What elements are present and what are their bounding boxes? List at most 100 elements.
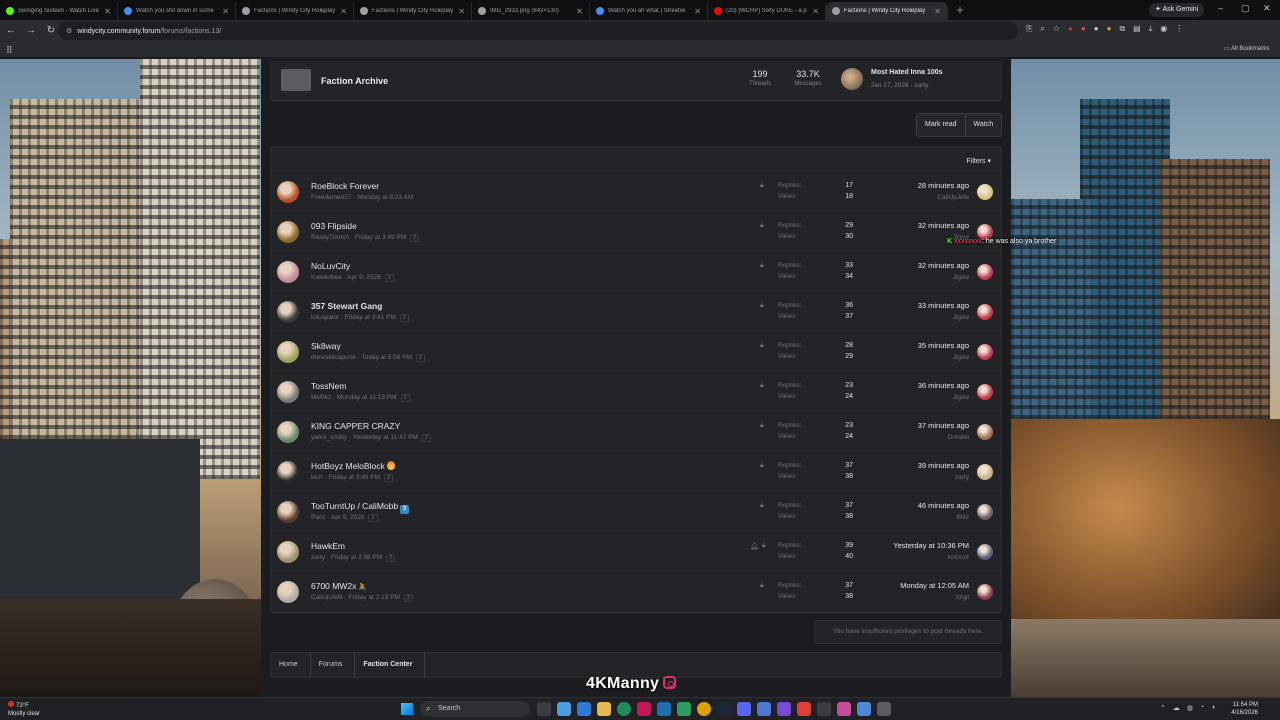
- thread-author[interactable]: yaboi_smitty: [311, 434, 347, 441]
- windows-start-icon[interactable]: [401, 703, 413, 715]
- browser-tab[interactable]: Watch you shit down in some ✕: [118, 2, 236, 20]
- forward-icon[interactable]: →: [22, 22, 40, 40]
- thread-row[interactable]: TossNem MeRkz · Monday at 11:13 PM 2 🔒︎ Repl…: [271, 371, 1001, 411]
- last-post-time[interactable]: Yesterday at 10:36 PM: [893, 541, 969, 550]
- edge-icon[interactable]: [617, 702, 631, 716]
- browser-tab[interactable]: IMG_2933.png (843×130) ✕: [472, 2, 590, 20]
- browser-tab[interactable]: Watch you ah what | Streetwi ✕: [590, 2, 708, 20]
- breadcrumb-faction-center[interactable]: Faction Center: [363, 652, 426, 678]
- thread-title[interactable]: RoeBlock Forever: [311, 181, 379, 191]
- extension-icon[interactable]: ●: [1094, 24, 1099, 34]
- cloud-icon[interactable]: ☁: [1173, 704, 1180, 712]
- page-jump-link[interactable]: 2: [368, 514, 378, 522]
- new-tab-button[interactable]: +: [952, 2, 968, 18]
- avatar[interactable]: [277, 581, 299, 603]
- avatar[interactable]: [977, 184, 993, 200]
- thread-author[interactable]: CaliUpJefe: [311, 594, 343, 601]
- avatar[interactable]: [977, 464, 993, 480]
- thread-title[interactable]: TossNem: [311, 381, 346, 391]
- thread-row[interactable]: HawkEm zarty · Friday at 2:38 PM 2 🔔︎ 🔒︎ Repl…: [271, 531, 1001, 571]
- last-post-user[interactable]: CaliUpJefe: [937, 194, 969, 201]
- thread-row[interactable]: NoLuvCity Kweenbee · Apr 9, 2026 2 🔒︎ Replie…: [271, 251, 1001, 291]
- ask-gemini-button[interactable]: ✦ Ask Gemini: [1149, 3, 1205, 17]
- browser-tab[interactable]: Factions | Windy City Roleplay ✕: [826, 2, 948, 20]
- discord-icon[interactable]: [737, 702, 751, 716]
- avatar[interactable]: [977, 264, 993, 280]
- last-post-user[interactable]: Jigsw: [953, 354, 969, 361]
- last-post-time[interactable]: 32 minutes ago: [918, 261, 969, 270]
- breadcrumb-home[interactable]: Home: [279, 652, 311, 678]
- thread-title[interactable]: TooTurntUp / CaliMobb 3: [311, 501, 410, 514]
- app-icon[interactable]: [637, 702, 651, 716]
- avatar[interactable]: [277, 461, 299, 483]
- last-post-user[interactable]: Dreskiii: [948, 434, 969, 441]
- all-bookmarks-link[interactable]: ▭ All Bookmarks: [1224, 45, 1269, 52]
- last-post-user[interactable]: zarty: [955, 474, 969, 481]
- avatar[interactable]: [977, 544, 993, 560]
- last-post-time[interactable]: 35 minutes ago: [918, 341, 969, 350]
- thread-author[interactable]: drewskiicapone: [311, 354, 356, 361]
- close-tab-icon[interactable]: ✕: [340, 7, 347, 16]
- back-icon[interactable]: ←: [2, 22, 20, 40]
- breadcrumb-forums[interactable]: Forums: [319, 652, 356, 678]
- avatar[interactable]: [841, 68, 863, 90]
- thread-row[interactable]: RoeBlock Forever Freedamen27 · Monday at …: [271, 171, 1001, 211]
- close-tab-icon[interactable]: ✕: [458, 7, 465, 16]
- avatar[interactable]: [977, 584, 993, 600]
- thread-title[interactable]: 093 Flipside: [311, 221, 357, 231]
- last-post-time[interactable]: 39 minutes ago: [918, 461, 969, 470]
- thread-row[interactable]: 6700 MW2x 🚴 CaliUpJefe · Friday at 2:19 PM…: [271, 571, 1001, 611]
- close-tab-icon[interactable]: ✕: [934, 7, 941, 16]
- avatar[interactable]: [277, 181, 299, 203]
- thread-author[interactable]: Freedamen27: [311, 194, 351, 201]
- close-tab-icon[interactable]: ✕: [576, 7, 583, 16]
- close-tab-icon[interactable]: ✕: [812, 7, 819, 16]
- page-jump-link[interactable]: 2: [403, 594, 413, 602]
- browser-tab[interactable]: Factions | Windy City Roleplay ✕: [354, 2, 472, 20]
- page-jump-link[interactable]: 2: [384, 274, 394, 282]
- extension-icon[interactable]: ●: [1107, 24, 1112, 34]
- page-jump-link[interactable]: 2: [416, 354, 426, 362]
- settings-icon[interactable]: [877, 702, 891, 716]
- thread-title[interactable]: 6700 MW2x 🚴: [311, 581, 367, 591]
- extension-icon[interactable]: ●: [1068, 24, 1073, 34]
- last-post-time[interactable]: 36 minutes ago: [918, 381, 969, 390]
- mic-icon[interactable]: ◍: [1187, 704, 1193, 712]
- avatar[interactable]: [277, 261, 299, 283]
- app-icon[interactable]: [817, 702, 831, 716]
- close-tab-icon[interactable]: ✕: [104, 7, 111, 16]
- thread-author[interactable]: kdcapalot: [311, 314, 339, 321]
- thread-title[interactable]: KING CAPPER CRAZY: [311, 421, 400, 431]
- last-post-user[interactable]: Blitz: [957, 514, 969, 521]
- avatar[interactable]: [977, 304, 993, 320]
- wifi-icon[interactable]: ◔: [1200, 704, 1204, 712]
- file-explorer-icon[interactable]: [597, 702, 611, 716]
- app-icon[interactable]: [837, 702, 851, 716]
- last-post-time[interactable]: 37 minutes ago: [918, 421, 969, 430]
- page-jump-link[interactable]: 2: [400, 394, 410, 402]
- app-icon[interactable]: [577, 702, 591, 716]
- clock[interactable]: 11:54 PM 4/16/2026: [1228, 701, 1258, 717]
- browser-tab[interactable]: (20) [WCRP] Sixty DUKE - a p ✕: [708, 2, 826, 20]
- mark-read-button[interactable]: Mark read: [917, 114, 965, 136]
- thread-row[interactable]: 357 Stewart Gang kdcapalot · Friday at 3:…: [271, 291, 1001, 331]
- close-window-icon[interactable]: ✕: [1263, 3, 1271, 14]
- chevron-up-icon[interactable]: ⌃: [1160, 704, 1166, 712]
- thread-author[interactable]: zarty: [311, 554, 325, 561]
- thread-title[interactable]: HawkEm: [311, 541, 345, 551]
- extension-icon[interactable]: ●: [1081, 24, 1086, 34]
- watch-button[interactable]: Watch: [964, 114, 1002, 136]
- avatar[interactable]: [277, 421, 299, 443]
- widgets-icon[interactable]: [557, 702, 571, 716]
- last-post-user[interactable]: Jigsw: [953, 314, 969, 321]
- steam-icon[interactable]: [717, 702, 731, 716]
- last-post-time[interactable]: 32 minutes ago: [918, 221, 969, 230]
- chrome-icon[interactable]: [697, 702, 711, 716]
- avatar[interactable]: [277, 501, 299, 523]
- bookmark-star-icon[interactable]: ☆: [1053, 24, 1060, 34]
- page-jump-link[interactable]: 2: [384, 474, 394, 482]
- site-info-icon[interactable]: ⚙: [66, 27, 72, 35]
- puzzle-icon[interactable]: ⧉: [1119, 24, 1125, 34]
- last-post-user[interactable]: itzgil: [956, 594, 969, 601]
- avatar[interactable]: [977, 384, 993, 400]
